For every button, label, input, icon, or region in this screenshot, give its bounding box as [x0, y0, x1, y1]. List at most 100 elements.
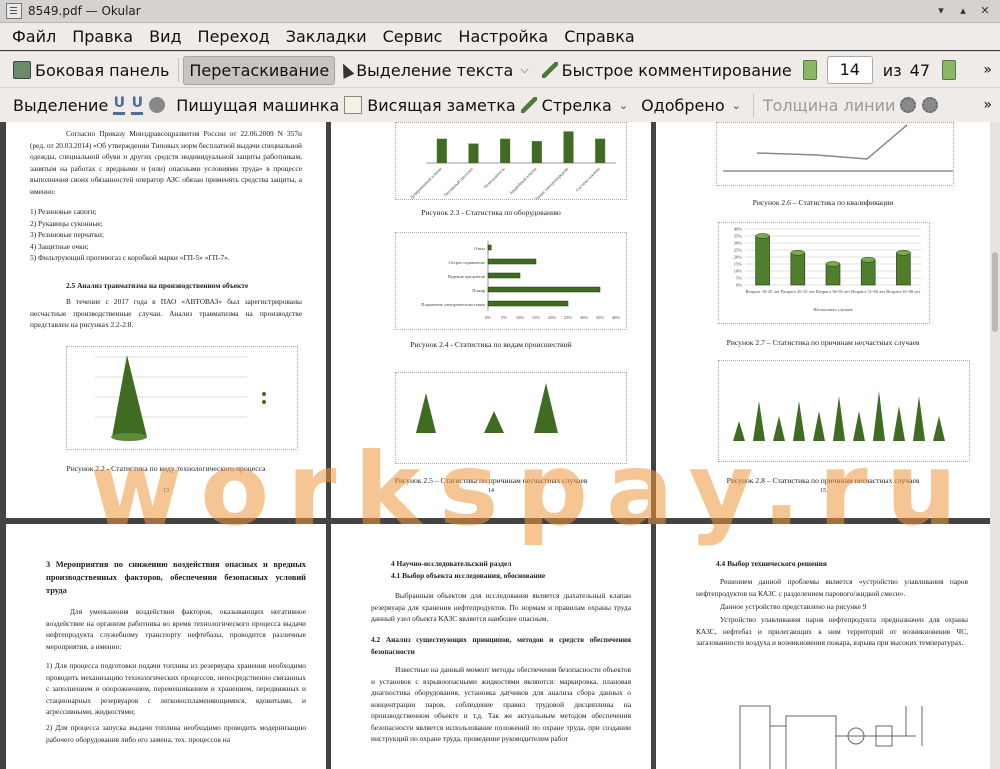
figure-frame [718, 360, 970, 462]
toolbar-overflow-icon[interactable]: » [983, 62, 992, 78]
figure-frame: 0% 5% 10% 15% 20% 25% 30% 35% 40% Возраст 18-25 л… [718, 222, 930, 324]
tick-label: Возраст 18-25 лет [745, 289, 779, 294]
stamp-label: Одобрено [641, 95, 725, 115]
figure-caption: Рисунок 2.6 – Статистика по квалификации [752, 198, 894, 207]
next-page-icon[interactable] [942, 60, 957, 80]
stamp-tool-button[interactable]: Одобрено ⌄ [636, 92, 749, 119]
tick-label: 15% [532, 315, 541, 320]
squiggle-icon[interactable]: U [131, 96, 144, 115]
cone-chart-icon [95, 355, 266, 441]
chevron-down-icon[interactable]: ⌄ [729, 99, 744, 112]
opacity-icon[interactable] [922, 97, 939, 113]
tick-label: 25% [564, 315, 573, 320]
chevron-down-icon[interactable]: ⌵ [517, 63, 531, 77]
subsection-heading: 4.2 Анализ существующих принципов, метод… [371, 635, 631, 656]
bar-top [896, 250, 911, 256]
menu-go[interactable]: Переход [190, 27, 278, 46]
toolbar-overflow-icon[interactable]: » [983, 97, 992, 113]
tick-label: Огнетушитель [483, 166, 506, 189]
arrow-tool-icon[interactable] [520, 97, 537, 113]
vertical-scrollbar[interactable] [990, 122, 1000, 769]
section-heading: 2.5 Анализ травматизма на производственн… [66, 281, 249, 290]
quick-annotation-button[interactable]: Быстрое комментирование [537, 57, 797, 84]
paragraph: Для уменьшения воздействия факторов, ока… [46, 607, 306, 651]
tick-label: 10% [734, 269, 743, 274]
strikeout-icon[interactable] [149, 97, 166, 113]
section-heading: 4 Научно-исследовательский раздел [391, 559, 512, 568]
tick-label: 0% [485, 315, 491, 320]
tick-label: 30% [734, 241, 743, 246]
popup-note-tool-button[interactable]: Висящая заметка [362, 92, 520, 119]
page-number: 15 [820, 488, 826, 494]
chevron-down-icon[interactable]: ⌄ [616, 99, 631, 112]
sidebar-toggle-button[interactable]: Боковая панель [8, 57, 174, 84]
paragraph: Устройство улавливания паров нефтепродук… [696, 615, 968, 647]
bar [487, 272, 521, 279]
list-item: 5) Фильтрующий противогаз с коробкой мар… [30, 253, 230, 262]
list-item: 4) Защитные очки; [30, 241, 89, 251]
bar [896, 252, 911, 286]
menu-view[interactable]: Вид [141, 27, 189, 46]
minimize-button[interactable]: ▾ [934, 4, 948, 18]
document-page: 3 Мероприятия по снижению воздействия оп… [6, 524, 326, 769]
highlight-tool-button[interactable]: Выделение [8, 92, 113, 119]
page-number: 13 [163, 488, 169, 494]
menu-bookmarks[interactable]: Закладки [278, 27, 375, 46]
cursor-icon [337, 61, 355, 79]
page-of-label: из [882, 60, 902, 80]
window-titlebar: 8549.pdf — Okular ▾ ▴ ✕ [0, 0, 1000, 23]
equipment-bar-chart: Дозированный клапан Топливный пистолет Огн… [409, 131, 616, 202]
tick-label: 10% [516, 315, 525, 320]
legend-label: Несчастных случаев [813, 307, 852, 312]
document-page: Рисунок 2.6 – Статистика по квалификации… [656, 122, 990, 518]
section-heading: 4.4 Выбор технического решения [716, 559, 827, 568]
paragraph: 2) Для процесса запуска выдачи топлива н… [46, 723, 306, 744]
figure-frame: Дозированный клапан Топливный пистолет Огн… [395, 122, 627, 202]
note-icon[interactable] [344, 96, 363, 114]
text-select-tool-button[interactable]: Выделение текста ⌵ [335, 57, 536, 84]
underline-icon[interactable]: U [113, 96, 126, 115]
line-width-button[interactable]: Толщина линии [758, 92, 901, 119]
bar-top [825, 261, 841, 267]
menu-tools[interactable]: Сервис [375, 27, 451, 46]
paragraph: Известные на данный момент методы обеспе… [371, 665, 631, 743]
menu-edit[interactable]: Правка [64, 27, 141, 46]
sidebar-icon [13, 61, 31, 79]
scrollbar-thumb[interactable] [992, 252, 998, 332]
maximize-button[interactable]: ▴ [956, 4, 970, 18]
previous-page-icon[interactable] [802, 60, 817, 80]
line-width-label: Толщина линии [762, 95, 896, 115]
document-page: Согласно Приказу Минздравсоцразвития Рос… [6, 122, 326, 518]
figure-frame [395, 372, 627, 464]
tick-label: 0% [736, 283, 742, 288]
menu-settings[interactable]: Настройка [450, 27, 556, 46]
tick-label: Аварийный клапан [508, 166, 538, 196]
menu-file[interactable]: Файл [0, 27, 64, 46]
figure-caption: Рисунок 2.3 - Статистика по оборудованию [421, 208, 561, 217]
bar [595, 138, 606, 163]
document-view[interactable]: Согласно Приказу Минздравсоцразвития Рос… [0, 122, 1000, 769]
text-select-label: Выделение текста [356, 60, 514, 80]
page-number-input[interactable]: 14 [826, 56, 873, 84]
tick-label: 40% [734, 227, 743, 232]
close-button[interactable]: ✕ [978, 4, 992, 18]
list-item: 2) Рукавицы суконные; [30, 218, 103, 228]
typewriter-tool-button[interactable]: Пишущая машинка [171, 92, 344, 119]
bar [790, 252, 806, 286]
popup-note-label: Висящая заметка [367, 95, 516, 115]
cone-chart-icon [733, 391, 945, 441]
typewriter-label: Пишущая машинка [176, 95, 340, 115]
menu-help[interactable]: Справка [556, 27, 643, 46]
bar [500, 138, 511, 163]
paragraph: Решением данной проблемы является «устро… [696, 577, 968, 598]
bar-top [755, 233, 770, 239]
arrow-tool-button[interactable]: Стрелка ⌄ [537, 92, 636, 119]
figure-caption: Рисунок 2.7 – Статистика по причинам нес… [726, 338, 920, 347]
browse-tool-button[interactable]: Перетаскивание [183, 55, 336, 85]
document-page: 4.4 Выбор технического решения Решением … [656, 524, 990, 769]
settings-icon[interactable] [900, 97, 917, 113]
figure-frame [66, 346, 298, 450]
tick-label: 35% [734, 234, 743, 239]
menubar: Файл Правка Вид Переход Закладки Сервис … [0, 23, 1000, 50]
tick-label: Топливный пистолет [442, 166, 474, 198]
